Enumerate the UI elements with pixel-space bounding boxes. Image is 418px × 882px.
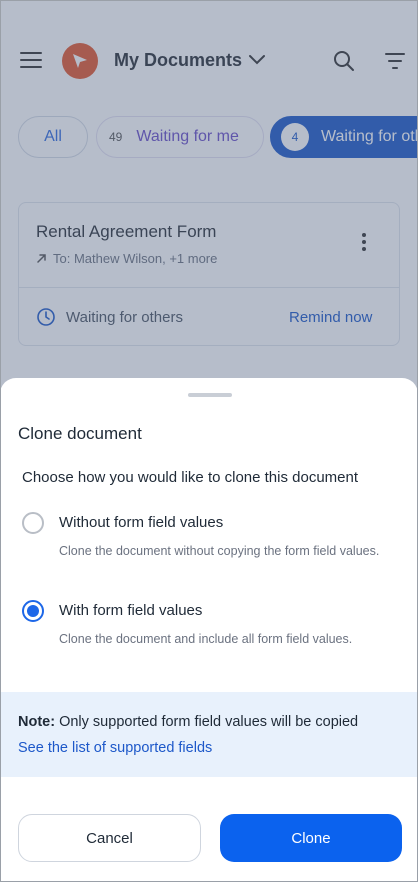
sheet-drag-handle[interactable] [188,393,232,397]
note-text: Note: Only supported form field values w… [18,714,358,730]
clone-button[interactable]: Clone [220,814,402,862]
radio-without-form-values[interactable] [22,512,44,534]
sheet-prompt: Choose how you would like to clone this … [22,469,359,486]
sheet-title: Clone document [18,424,142,443]
note-message: Only supported form field values will be… [59,714,359,730]
clone-document-sheet: Clone document Choose how you would like… [0,378,418,882]
option-label: Without form field values [59,514,224,531]
option-without-form-values[interactable]: Without form field values Clone the docu… [0,508,418,580]
option-description: Clone the document without copying the f… [59,544,380,558]
option-with-form-values[interactable]: With form field values Clone the documen… [0,596,418,652]
note-box: Note: Only supported form field values w… [0,692,418,777]
radio-with-form-values[interactable] [22,600,44,622]
note-prefix: Note: [18,714,56,730]
option-label: With form field values [59,602,203,619]
option-description: Clone the document and include all form … [59,632,353,646]
cancel-button[interactable]: Cancel [18,814,201,862]
supported-fields-link[interactable]: See the list of supported fields [18,740,212,756]
